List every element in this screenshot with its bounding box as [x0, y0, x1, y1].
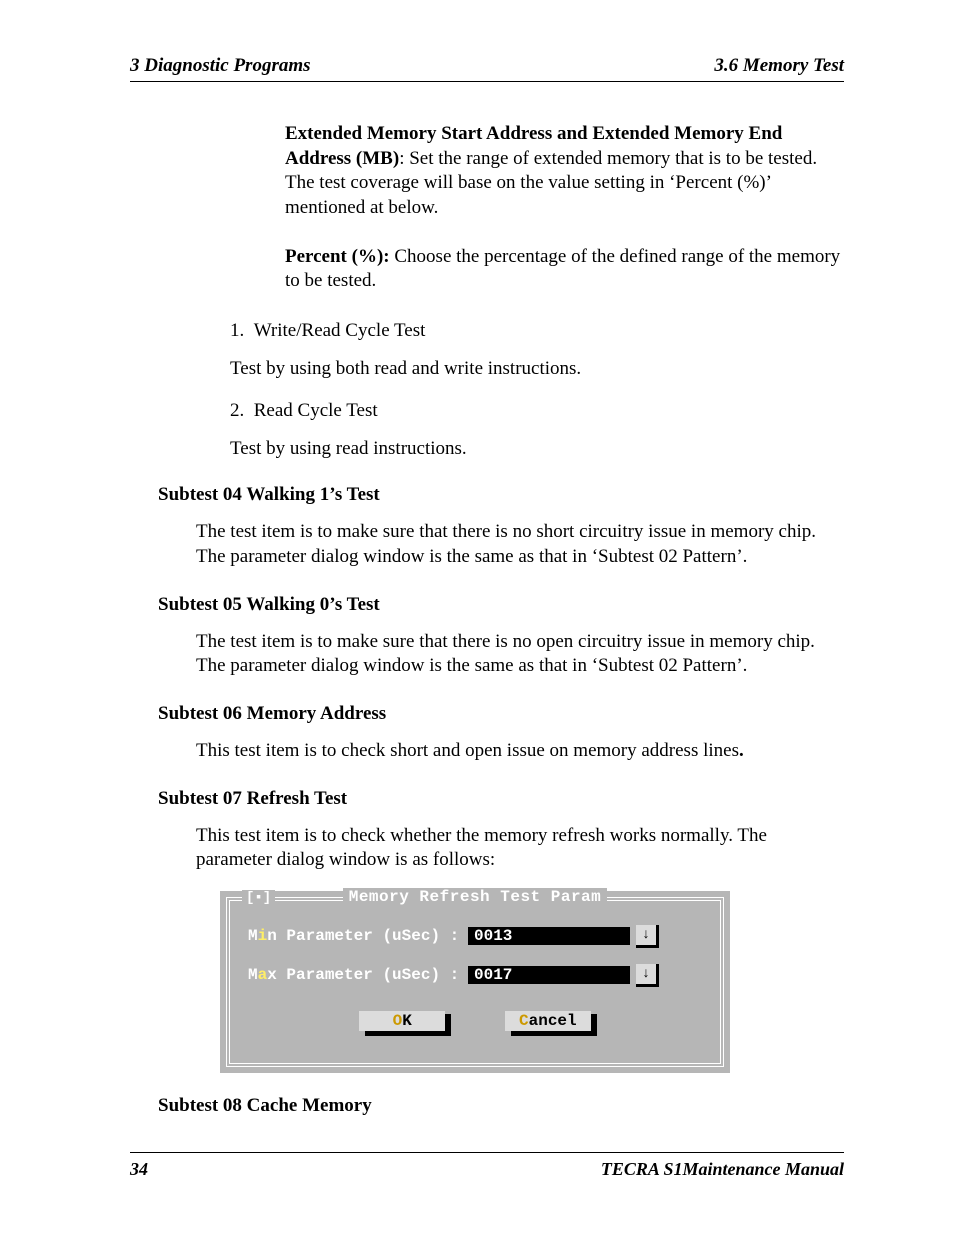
header-rule [130, 81, 844, 82]
manual-title: TECRA S1Maintenance Manual [601, 1159, 844, 1180]
subtest-04-title: Subtest 04 Walking 1’s Test [158, 484, 844, 506]
footer-rule [130, 1152, 844, 1153]
num-item-1: 1. Write/Read Cycle Test [230, 320, 844, 342]
cancel-button[interactable]: Cancel [505, 1011, 591, 1031]
memory-refresh-dialog: [▪] Memory Refresh Test Param Min Parame… [220, 891, 844, 1073]
subtest-05-body: The test item is to make sure that there… [196, 630, 844, 679]
subtest-07-body: This test item is to check whether the m… [196, 824, 844, 873]
min-parameter-row: Min Parameter (uSec) : 0013 ↓ [248, 925, 702, 948]
min-parameter-spin-icon[interactable]: ↓ [636, 925, 659, 948]
subtest-06-title: Subtest 06 Memory Address [158, 703, 844, 725]
subtest-07-title: Subtest 07 Refresh Test [158, 788, 844, 810]
dialog-title: Memory Refresh Test Param [230, 888, 720, 906]
num-item-2: 2. Read Cycle Test [230, 400, 844, 422]
num-item-2-body: Test by using read instructions. [230, 438, 844, 460]
max-parameter-row: Max Parameter (uSec) : 0017 ↓ [248, 964, 702, 987]
page-footer: 34 TECRA S1Maintenance Manual [130, 1159, 844, 1180]
subtest-04-body: The test item is to make sure that there… [196, 520, 844, 569]
percent-bold: Percent (%): [285, 246, 390, 267]
extended-memory-paragraphs: Extended Memory Start Address and Extend… [285, 122, 844, 294]
max-parameter-input[interactable]: 0017 [468, 966, 630, 984]
subtest-05-title: Subtest 05 Walking 0’s Test [158, 594, 844, 616]
header-left: 3 Diagnostic Programs [130, 55, 311, 77]
header-right: 3.6 Memory Test [714, 55, 844, 77]
page-number: 34 [130, 1159, 148, 1180]
subtest-08-title: Subtest 08 Cache Memory [158, 1095, 844, 1117]
max-parameter-spin-icon[interactable]: ↓ [636, 964, 659, 987]
subtest-06-body: This test item is to check short and ope… [196, 739, 844, 764]
ok-button[interactable]: OK [359, 1011, 445, 1031]
num-item-1-body: Test by using both read and write instru… [230, 358, 844, 380]
page-header: 3 Diagnostic Programs 3.6 Memory Test [130, 55, 844, 77]
min-parameter-input[interactable]: 0013 [468, 927, 630, 945]
